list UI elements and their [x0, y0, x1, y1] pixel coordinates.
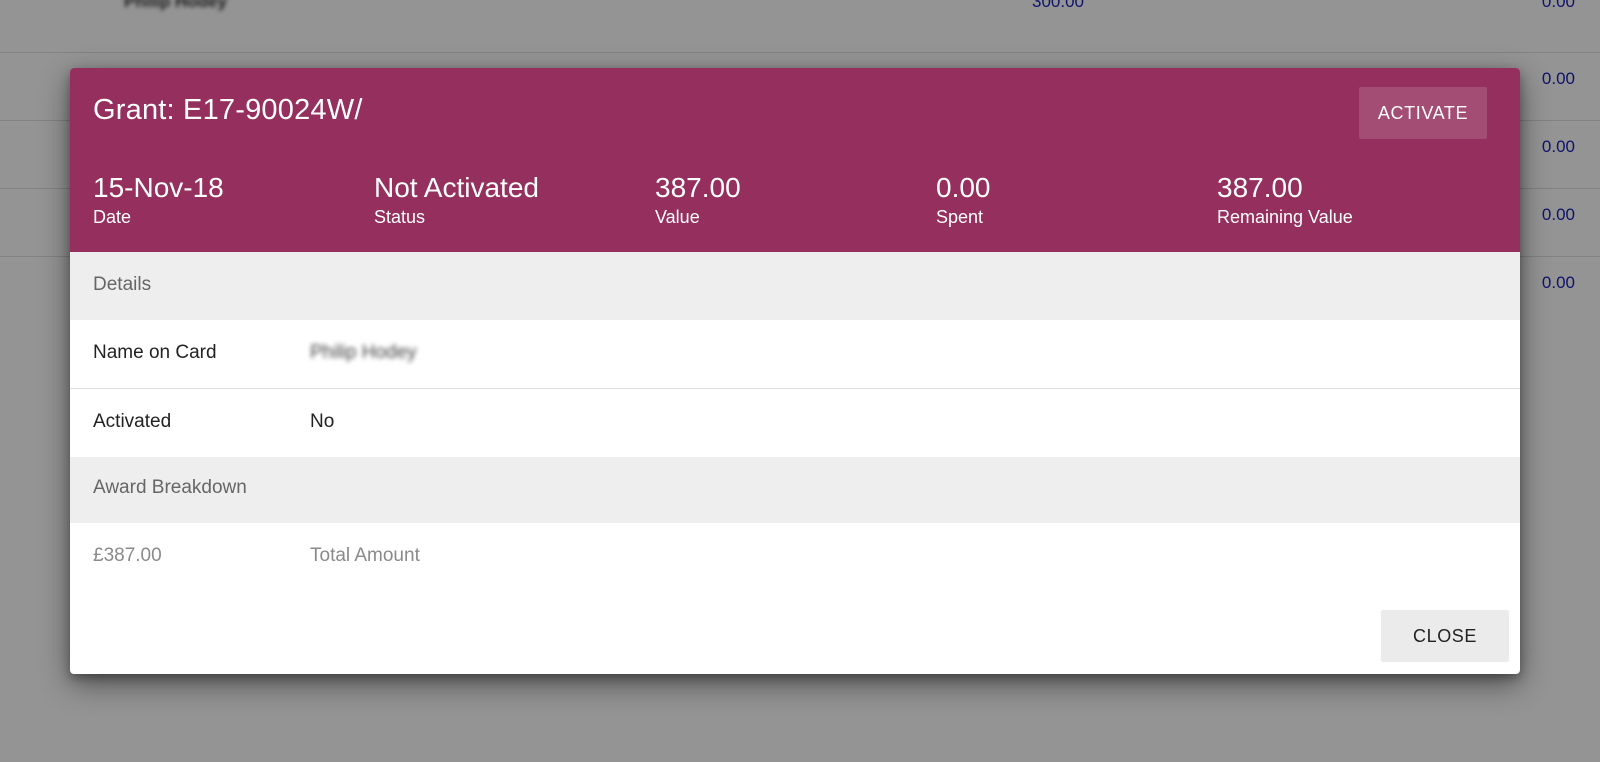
dialog-header: Grant: E17-90024W/ ACTIVATE 15-Nov-18 Da…: [70, 68, 1520, 252]
detail-row-name-on-card: Name on Card Philip Hodey: [70, 320, 1520, 388]
dialog-title: Grant: E17-90024W/: [93, 94, 363, 126]
award-amount: £387.00: [93, 545, 162, 566]
activate-button[interactable]: ACTIVATE: [1359, 87, 1487, 139]
detail-row-activated: Activated No: [70, 389, 1520, 457]
stat-remaining: 387.00 Remaining Value: [1217, 172, 1353, 228]
detail-label: Activated: [93, 411, 172, 432]
detail-value: Philip Hodey: [310, 342, 417, 363]
stat-label: Value: [655, 207, 700, 227]
stat-label: Status: [374, 207, 426, 227]
stat-value: 387.00: [1217, 172, 1303, 203]
stat-value: 387.00: [655, 172, 741, 203]
stat-status: Not Activated Status: [374, 172, 539, 228]
stat-value: 0.00: [936, 172, 991, 203]
stat-label: Date: [93, 207, 132, 227]
close-button[interactable]: CLOSE: [1381, 610, 1509, 662]
stat-label: Remaining Value: [1217, 207, 1353, 227]
award-row-total: £387.00 Total Amount: [70, 523, 1520, 591]
detail-label: Name on Card: [93, 342, 217, 363]
stat-date: 15-Nov-18 Date: [93, 172, 224, 228]
grant-dialog: Grant: E17-90024W/ ACTIVATE 15-Nov-18 Da…: [70, 68, 1520, 674]
award-section-header: Award Breakdown: [70, 457, 1520, 523]
section-title: Award Breakdown: [93, 477, 247, 498]
award-label: Total Amount: [310, 545, 420, 566]
stat-spent: 0.00 Spent: [936, 172, 991, 228]
detail-value: No: [310, 411, 335, 432]
stat-value: 15-Nov-18: [93, 172, 224, 203]
stat-label: Spent: [936, 207, 984, 227]
stat-value: Not Activated: [374, 172, 539, 203]
section-title: Details: [93, 274, 152, 295]
details-section-header: Details: [70, 252, 1520, 320]
stat-value-amount: 387.00 Value: [655, 172, 741, 228]
